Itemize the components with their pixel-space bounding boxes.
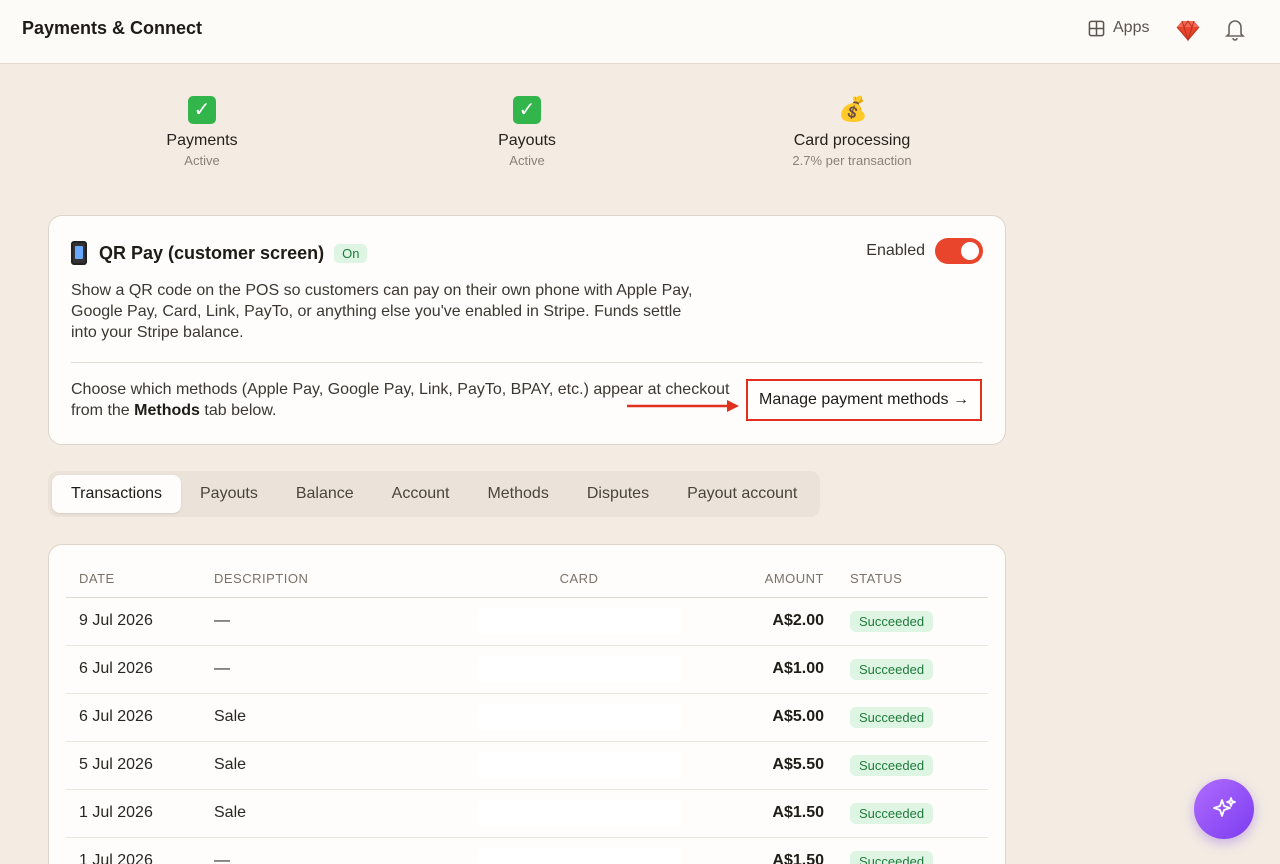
transactions-table: DATE DESCRIPTION CARD AMOUNT STATUS 9 Ju… <box>66 561 988 864</box>
cell-status: Succeeded <box>834 645 988 694</box>
qr-pay-card: QR Pay (customer screen) On Enabled Show… <box>48 215 1006 445</box>
stat-payouts: ✓ Payouts Active <box>412 96 642 168</box>
tab-payout-account[interactable]: Payout account <box>668 475 816 513</box>
cell-description: Sale <box>214 693 464 742</box>
cell-status: Succeeded <box>834 693 988 742</box>
table-header-row: DATE DESCRIPTION CARD AMOUNT STATUS <box>66 561 988 598</box>
cell-status: Succeeded <box>834 597 988 646</box>
tab-account[interactable]: Account <box>373 475 469 513</box>
divider <box>71 362 983 363</box>
tab-payouts[interactable]: Payouts <box>181 475 277 513</box>
status-badge: Succeeded <box>850 706 934 728</box>
stat-payments: ✓ Payments Active <box>87 96 317 168</box>
redacted-card <box>476 656 682 682</box>
ai-assistant-button[interactable] <box>1194 779 1254 839</box>
column-header-description[interactable]: DESCRIPTION <box>214 561 464 598</box>
status-badge: Succeeded <box>850 754 934 776</box>
cell-status: Succeeded <box>834 837 988 864</box>
cell-date: 9 Jul 2026 <box>66 597 214 646</box>
cell-amount: A$1.00 <box>694 645 834 694</box>
stat-sub: 2.7% per transaction <box>792 153 912 168</box>
column-header-card[interactable]: CARD <box>464 561 694 598</box>
cell-description: — <box>214 837 464 864</box>
tab-bar: Transactions Payouts Balance Account Met… <box>48 471 821 517</box>
column-header-amount[interactable]: AMOUNT <box>694 561 834 598</box>
cell-card <box>464 597 694 646</box>
cell-card <box>464 837 694 864</box>
red-arrow-icon <box>627 400 739 412</box>
status-badge: Succeeded <box>850 610 934 632</box>
enabled-control: Enabled <box>866 238 983 264</box>
redacted-card <box>476 848 682 864</box>
column-header-date[interactable]: DATE <box>66 561 214 598</box>
cell-amount: A$1.50 <box>694 837 834 864</box>
cell-amount: A$5.00 <box>694 693 834 742</box>
status-badge: Succeeded <box>850 658 934 680</box>
check-mark-icon: ✓ <box>188 96 216 124</box>
redacted-card <box>476 704 682 730</box>
stat-label: Card processing <box>793 132 911 149</box>
cell-description: — <box>214 645 464 694</box>
tab-transactions[interactable]: Transactions <box>52 475 181 513</box>
redacted-card <box>476 800 682 826</box>
check-mark-icon: ✓ <box>513 96 541 124</box>
status-badge: Succeeded <box>850 802 934 824</box>
stat-label: Payouts <box>498 132 556 149</box>
cell-description: — <box>214 597 464 646</box>
redacted-card <box>476 608 682 634</box>
stat-sub: Active <box>184 153 220 168</box>
qr-pay-title: QR Pay (customer screen) <box>99 242 325 263</box>
redacted-card <box>476 752 682 778</box>
tab-disputes[interactable]: Disputes <box>568 475 668 513</box>
column-header-status[interactable]: STATUS <box>834 561 988 598</box>
cell-date: 6 Jul 2026 <box>66 693 214 742</box>
status-badge: On <box>334 243 368 263</box>
cell-amount: A$2.00 <box>694 597 834 646</box>
stat-label: Payments <box>166 132 238 149</box>
table-row[interactable]: 9 Jul 2026 — A$2.00 Succeeded <box>66 597 988 646</box>
stat-sub: Active <box>509 153 545 168</box>
cell-date: 5 Jul 2026 <box>66 741 214 790</box>
apps-label: Apps <box>1113 19 1150 36</box>
status-badge: Succeeded <box>850 850 934 864</box>
sparkle-icon <box>1213 797 1236 817</box>
manage-payment-methods-button[interactable]: Manage payment methods → <box>746 379 982 421</box>
bell-icon[interactable] <box>1224 17 1246 41</box>
hint-methods: Methods <box>134 402 200 419</box>
tab-methods[interactable]: Methods <box>468 475 567 513</box>
grid-icon <box>1088 20 1105 36</box>
cell-amount: A$1.50 <box>694 789 834 838</box>
table-row[interactable]: 5 Jul 2026 Sale A$5.50 Succeeded <box>66 741 988 790</box>
cell-date: 1 Jul 2026 <box>66 789 214 838</box>
table-row[interactable]: 6 Jul 2026 Sale A$5.00 Succeeded <box>66 693 988 742</box>
cell-card <box>464 693 694 742</box>
cell-status: Succeeded <box>834 741 988 790</box>
cell-card <box>464 789 694 838</box>
cell-date: 6 Jul 2026 <box>66 645 214 694</box>
table-row[interactable]: 1 Jul 2026 Sale A$1.50 Succeeded <box>66 789 988 838</box>
enabled-toggle[interactable] <box>935 238 983 264</box>
cell-card <box>464 645 694 694</box>
tab-balance[interactable]: Balance <box>277 475 373 513</box>
enabled-label: Enabled <box>866 242 925 259</box>
table-row[interactable]: 1 Jul 2026 — A$1.50 Succeeded <box>66 837 988 864</box>
gem-icon[interactable] <box>1176 18 1200 42</box>
qr-pay-description: Show a QR code on the POS so customers c… <box>71 282 693 341</box>
cell-card <box>464 741 694 790</box>
cell-description: Sale <box>214 741 464 790</box>
page-title: Payments & Connect <box>22 18 203 38</box>
cell-amount: A$5.50 <box>694 741 834 790</box>
stat-card-processing: 💰 Card processing 2.7% per transaction <box>737 96 967 168</box>
transactions-card: DATE DESCRIPTION CARD AMOUNT STATUS 9 Ju… <box>48 544 1006 864</box>
cell-date: 1 Jul 2026 <box>66 837 214 864</box>
mobile-phone-icon <box>71 241 87 265</box>
qr-pay-header: QR Pay (customer screen) On <box>71 241 368 265</box>
apps-button[interactable]: Apps <box>1088 19 1149 37</box>
table-row[interactable]: 6 Jul 2026 — A$1.00 Succeeded <box>66 645 988 694</box>
cell-description: Sale <box>214 789 464 838</box>
top-bar: Payments & Connect Apps <box>0 0 1280 64</box>
hint-suffix: tab below. <box>204 402 277 419</box>
cell-status: Succeeded <box>834 789 988 838</box>
money-bag-icon: 💰 <box>838 96 868 123</box>
